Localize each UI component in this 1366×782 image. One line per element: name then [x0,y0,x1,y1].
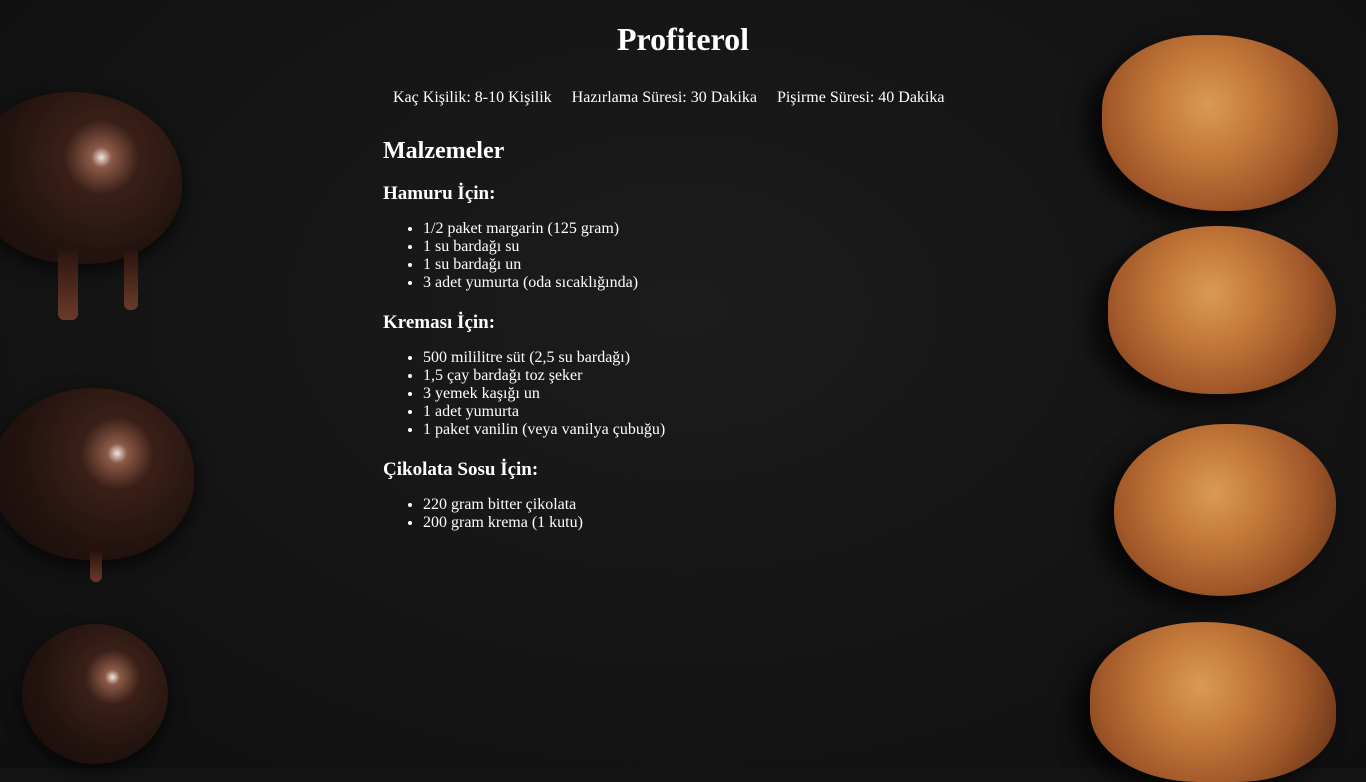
puff-pastry-image [1108,226,1336,394]
sauce-heading: Çikolata Sosu İçin: [383,459,539,480]
list-item: 1,5 çay bardağı toz şeker [423,367,983,385]
chocolate-drip [58,250,78,320]
dough-heading: Hamuru İçin: [383,183,496,204]
cook-time-text: Pişirme Süresi: 40 Dakika [776,89,945,106]
list-item: 1 su bardağı su [423,238,983,256]
prep-time-text: Hazırlama Süresi: 30 Dakika [571,89,757,106]
cream-heading: Kreması İçin: [383,312,496,333]
sauce-list: 220 gram bitter çikolata 200 gram krema … [383,496,983,532]
list-item: 1 paket vanilin (veya vanilya çubuğu) [423,421,983,439]
list-item: 1/2 paket margarin (125 gram) [423,220,983,238]
dough-list: 1/2 paket margarin (125 gram) 1 su barda… [383,220,983,292]
page-title: Profiterol [616,21,750,57]
puff-pastry-image [1102,35,1338,211]
chocolate-profiterol-image [0,388,194,560]
recipe-info: Kaç Kişilik: 8-10 Kişilik Hazırlama Süre… [393,89,960,107]
list-item: 200 gram krema (1 kutu) [423,514,983,532]
cream-list: 500 mililitre süt (2,5 su bardağı) 1,5 ç… [383,349,983,439]
list-item: 1 adet yumurta [423,403,983,421]
chocolate-drip [90,552,102,582]
list-item: 220 gram bitter çikolata [423,496,983,514]
chocolate-profiterol-image [22,624,168,764]
list-item: 3 adet yumurta (oda sıcaklığında) [423,274,983,292]
list-item: 500 mililitre süt (2,5 su bardağı) [423,349,983,367]
servings-text: Kaç Kişilik: 8-10 Kişilik [393,89,552,106]
ingredients-heading: Malzemeler [383,138,505,164]
list-item: 3 yemek kaşığı un [423,385,983,403]
list-item: 1 su bardağı un [423,256,983,274]
puff-pastry-image [1090,622,1336,782]
chocolate-drip [124,252,138,310]
chocolate-profiterol-image [0,92,182,264]
puff-pastry-image [1114,424,1336,596]
ingredients-section: Malzemeler Hamuru İçin: 1/2 paket margar… [383,138,983,552]
